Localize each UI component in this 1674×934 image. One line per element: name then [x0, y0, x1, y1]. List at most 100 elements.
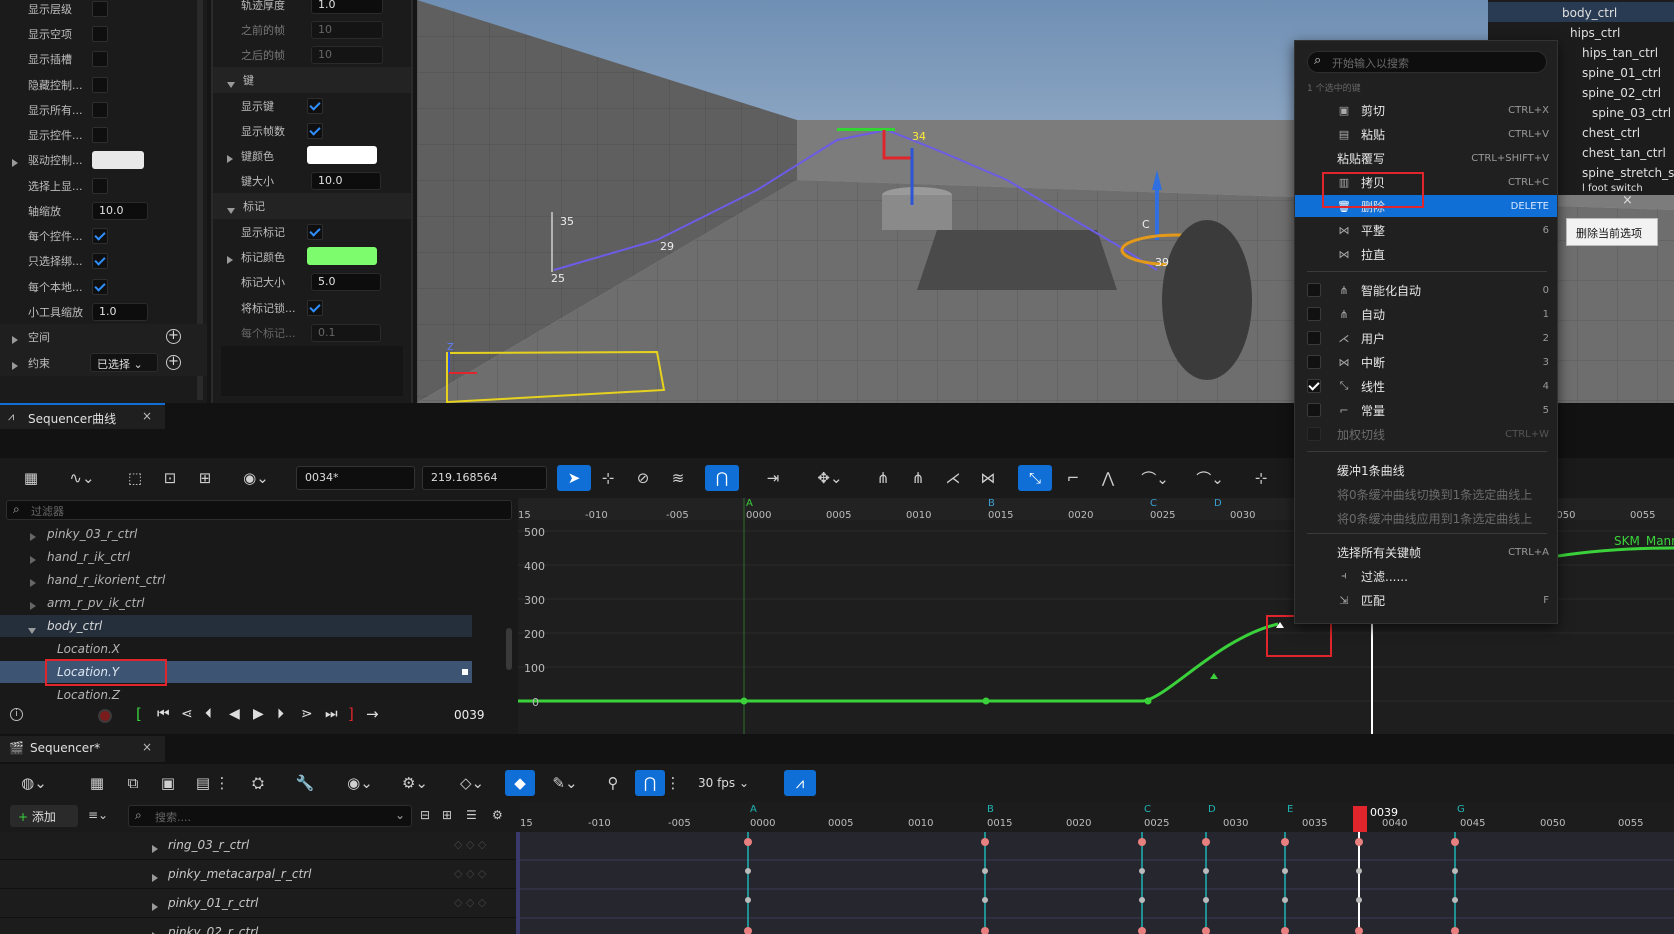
expand-arrow-icon[interactable]	[227, 253, 233, 267]
per-mark-input[interactable]: 0.1	[311, 324, 381, 342]
menu-item-paste-overwrite[interactable]: 粘贴覆写 CTRL+SHIFT+V	[1307, 147, 1549, 169]
brush-icon[interactable]: ✎⌄	[545, 770, 585, 796]
tree-item-label[interactable]: hand_r_ik_ctrl	[47, 550, 130, 564]
expand-arrow-icon[interactable]	[152, 874, 158, 882]
tangent-constant-icon[interactable]: ⌐	[1060, 465, 1086, 491]
camera-icon[interactable]: ▣	[155, 770, 181, 796]
key-nav-icon[interactable]: ◇ ◇ ◇	[454, 838, 486, 851]
menu-item-break[interactable]: ⋈ 中断 3	[1307, 351, 1549, 373]
tree-item-label[interactable]: Location.X	[57, 642, 120, 656]
close-icon[interactable]: ×	[1622, 193, 1633, 208]
wrench-icon[interactable]: 🔧	[285, 770, 325, 796]
play-icon[interactable]: ▶	[253, 706, 264, 722]
outliner-item[interactable]: spine_02_ctrl	[1582, 86, 1661, 100]
scrollbar[interactable]	[506, 628, 512, 670]
tree-item-label[interactable]: arm_r_pv_ik_ctrl	[47, 596, 144, 610]
menu-item-flatten[interactable]: ⋈ 平整 6	[1307, 219, 1550, 241]
expand-arrow-icon[interactable]	[30, 576, 36, 590]
add-icon[interactable]: +	[166, 355, 181, 370]
snap-icon[interactable]: ⋂	[705, 465, 739, 491]
prev-key-icon[interactable]: ⋖	[181, 706, 193, 722]
expand-arrow-icon[interactable]	[152, 845, 158, 853]
checkbox[interactable]	[1307, 403, 1321, 417]
auto-key-icon[interactable]: ◆	[505, 770, 535, 796]
select-tool-icon[interactable]: ➤	[557, 465, 591, 491]
checkbox[interactable]	[1307, 379, 1321, 393]
checkbox[interactable]	[92, 127, 108, 143]
constraint-dropdown[interactable]: 已选择 ⌄	[90, 353, 158, 372]
outliner-item[interactable]: spine_01_ctrl	[1582, 66, 1661, 80]
more-icon[interactable]: ⋮	[215, 770, 230, 796]
tree-item-label[interactable]: Location.Z	[57, 688, 120, 700]
play-reverse-icon[interactable]: ◀	[229, 706, 240, 722]
outliner-item[interactable]: hips_tan_ctrl	[1582, 46, 1658, 60]
settings-gear-icon[interactable]: ⚙	[492, 808, 503, 822]
track-row[interactable]: pinky_metacarpal_r_ctrl ◇ ◇ ◇	[0, 861, 520, 889]
key-nav-icon[interactable]: ◇ ◇ ◇	[454, 896, 486, 909]
trail-thickness-input[interactable]: 1.0	[311, 0, 383, 14]
checkbox[interactable]	[92, 102, 108, 118]
list-icon[interactable]: ☰	[466, 808, 477, 822]
menu-item-constant[interactable]: ⌐ 常量 5	[1307, 399, 1549, 421]
menu-item-weighted[interactable]: 加权切线 CTRL+W	[1307, 423, 1549, 445]
menu-item-filter[interactable]: ⫞ 过滤......	[1307, 565, 1549, 587]
frame-all-icon[interactable]: ⬚	[122, 465, 148, 491]
marker-pin-icon[interactable]: ⚲	[600, 770, 626, 796]
outliner-item[interactable]: l foot switch	[1582, 183, 1643, 194]
checkbox[interactable]	[92, 228, 108, 244]
record-icon[interactable]	[98, 709, 112, 723]
tangent-user-icon[interactable]: ⋔	[905, 465, 931, 491]
frame-selection-icon[interactable]: ⊡	[157, 465, 183, 491]
checkbox[interactable]	[1307, 283, 1321, 297]
checkbox[interactable]	[307, 98, 323, 114]
checkbox[interactable]	[1307, 427, 1321, 441]
menu-item-straighten[interactable]: ⋈ 拉直	[1307, 243, 1549, 265]
info-icon[interactable]: i	[10, 708, 23, 721]
expand-arrow-icon[interactable]	[30, 599, 36, 613]
render-icon[interactable]: ▤	[190, 770, 216, 796]
checkbox[interactable]	[1307, 307, 1321, 321]
pre-infinity-icon[interactable]: ⌒⌄	[1135, 465, 1175, 491]
tab-sequencer[interactable]: 🎬 Sequencer* ×	[0, 736, 165, 762]
outliner-item[interactable]: hips_ctrl	[1570, 26, 1620, 40]
checkbox[interactable]	[1307, 355, 1321, 369]
sequencer-timeline[interactable]: 15 -010 -005 0000 0005 0010 0015 0020 00…	[520, 802, 1674, 934]
add-icon[interactable]: +	[166, 329, 181, 344]
menu-item-auto[interactable]: ⋔ 自动 1	[1307, 303, 1549, 325]
close-icon[interactable]: ×	[142, 740, 152, 754]
multi-select-icon[interactable]: ≋	[665, 465, 691, 491]
outliner-item[interactable]: spine_03_ctrl	[1592, 106, 1671, 120]
expand-icon[interactable]: ⊞	[442, 808, 452, 822]
add-button[interactable]: + 添加	[10, 805, 78, 827]
next-key-icon[interactable]: ⋗	[301, 706, 313, 722]
outliner-item[interactable]: body_ctrl	[1562, 6, 1617, 20]
find-icon[interactable]: ⧉	[120, 770, 146, 796]
track-row[interactable]: pinky_02_r_ctrl	[0, 919, 520, 934]
jump-start-icon[interactable]: ⏮	[157, 706, 170, 722]
tangent-flat-icon[interactable]: ⋈	[975, 465, 1001, 491]
key-nav-icon[interactable]: ◇ ◇ ◇	[454, 867, 486, 880]
frames-before-input[interactable]: 10	[311, 21, 383, 39]
checkbox[interactable]	[92, 77, 108, 93]
filter-field[interactable]: ⌕ 过滤器	[6, 500, 512, 520]
world-icon[interactable]: ◍⌄	[14, 770, 54, 796]
menu-item-user[interactable]: ⋌ 用户 2	[1307, 327, 1549, 349]
search-input[interactable]: ⌕ 搜索.... ⌄	[128, 805, 412, 827]
expand-arrow-icon[interactable]	[152, 903, 158, 911]
tangent-weighted-icon[interactable]: ⋀	[1095, 465, 1121, 491]
checkbox[interactable]	[307, 123, 323, 139]
jump-end-icon[interactable]: ⏭	[325, 706, 338, 722]
save-icon[interactable]: ▦	[18, 465, 44, 491]
collapse-icon[interactable]: ⊟	[420, 808, 430, 822]
outliner-item[interactable]: chest_ctrl	[1582, 126, 1640, 140]
outliner-item[interactable]: chest_tan_ctrl	[1582, 146, 1666, 160]
checkbox[interactable]	[307, 224, 323, 240]
curve-editor-toggle-icon[interactable]: ⩘	[784, 770, 816, 796]
tree-item-label[interactable]: pinky_03_r_ctrl	[47, 527, 137, 541]
checkbox[interactable]	[92, 178, 108, 194]
checkbox[interactable]	[92, 26, 108, 42]
close-icon[interactable]: ×	[142, 409, 152, 423]
menu-item-buffer-swap[interactable]: 将0条缓冲曲线切换到1条选定曲线上	[1307, 483, 1549, 505]
menu-item-paste[interactable]: ▤ 粘贴 CTRL+V	[1307, 123, 1549, 145]
save-icon[interactable]: ▦	[84, 770, 110, 796]
